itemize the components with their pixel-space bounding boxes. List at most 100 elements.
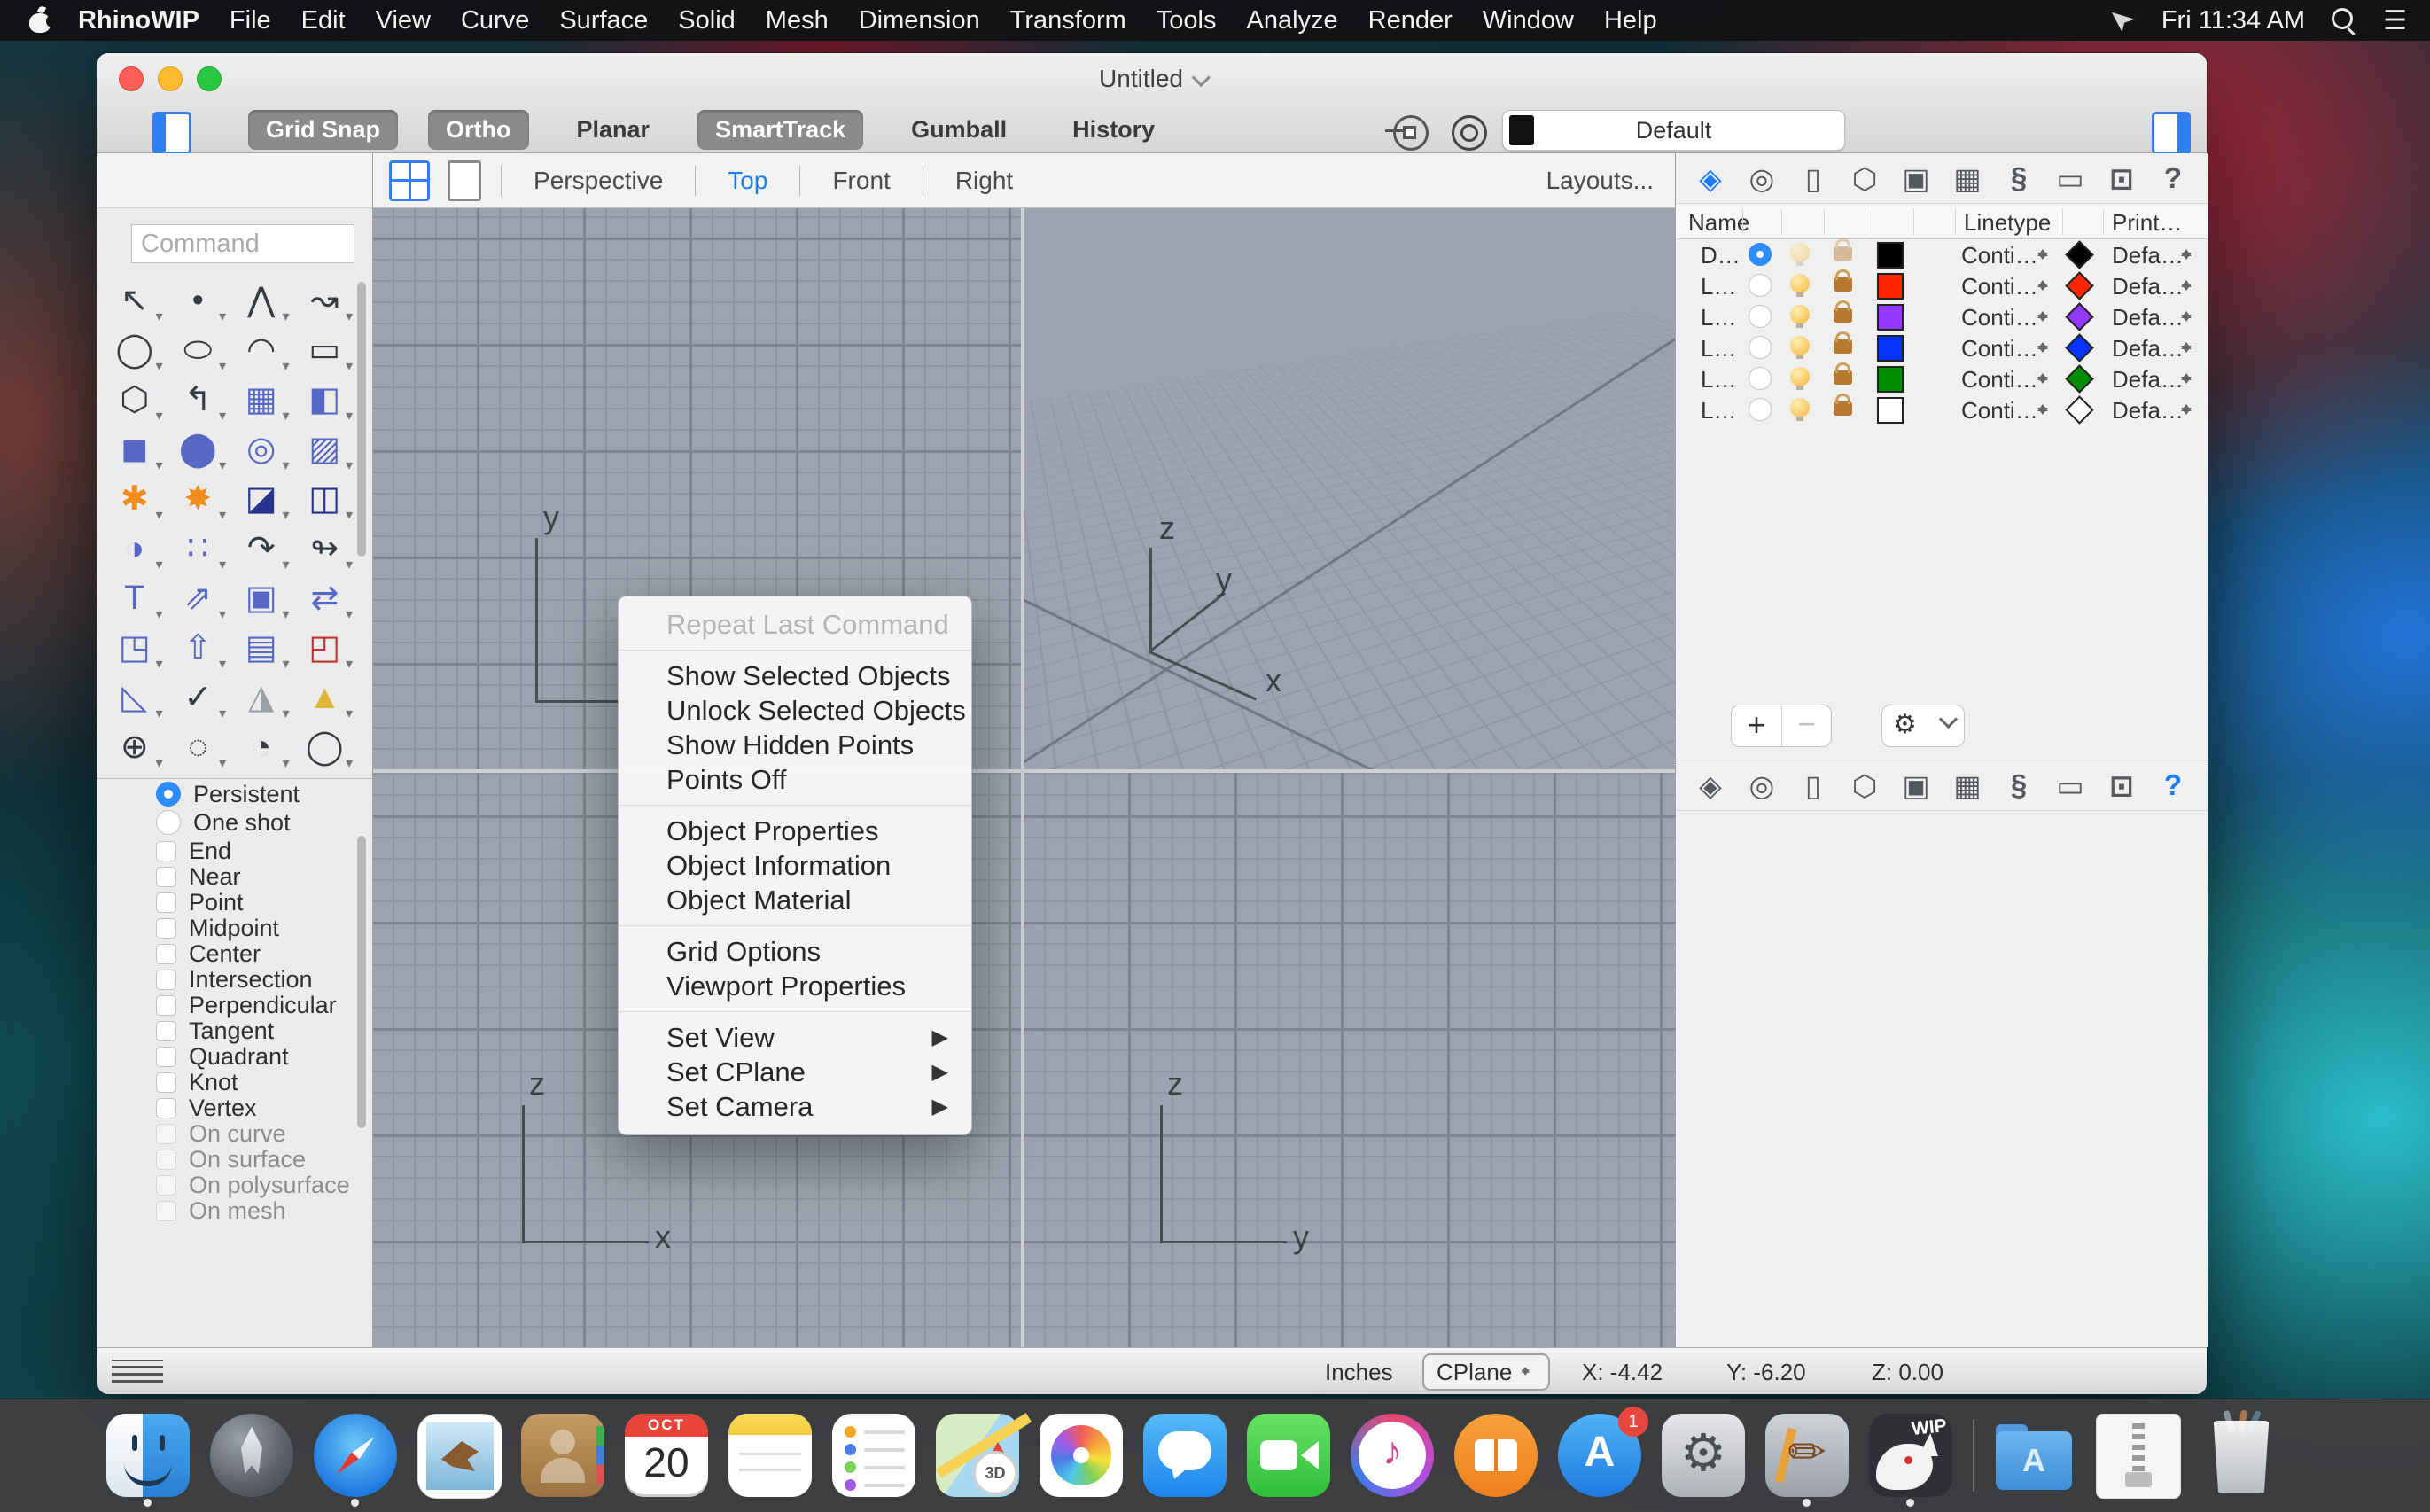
snap-mode-one-shot[interactable]: One shot — [156, 809, 291, 836]
tool-plane[interactable]: ▨ — [293, 425, 357, 474]
linetype-stepper[interactable] — [2037, 368, 2050, 389]
linetype-stepper[interactable] — [2037, 244, 2050, 265]
layer-name[interactable]: L… — [1701, 304, 1736, 331]
right-sidebar-toggle[interactable] — [2152, 112, 2191, 154]
menu-item[interactable]: Analyze — [1246, 6, 1337, 35]
menu-item-set-view[interactable]: Set View ▶ — [619, 1020, 971, 1055]
current-layer-radio[interactable] — [1749, 336, 1772, 359]
layer-visibility-bulb-icon[interactable] — [1790, 274, 1810, 297]
remove-layer-button[interactable]: − — [1782, 705, 1831, 746]
viewport-tab-3[interactable]: Right — [922, 165, 1045, 196]
dock-rhinowip[interactable]: WIP — [1869, 1414, 1952, 1497]
menu-item-grid-options[interactable]: Grid Options — [619, 934, 971, 969]
menu-item[interactable]: Transform — [1010, 6, 1126, 35]
layer-lock-icon[interactable] — [1834, 394, 1852, 416]
linetype-stepper[interactable] — [2037, 337, 2050, 358]
notes-icon[interactable]: ▯ — [1797, 768, 1829, 803]
viewport-tab-1[interactable]: Top — [695, 165, 799, 196]
menu-item-set-cplane[interactable]: Set CPlane ▶ — [619, 1055, 971, 1089]
menu-bar-clock[interactable]: Fri 11:34 AM — [2161, 6, 2305, 35]
current-layer-radio[interactable] — [1749, 398, 1772, 421]
dock-itunes[interactable]: ♪ — [1351, 1414, 1434, 1497]
menu-item-points-off[interactable]: Points Off — [619, 762, 971, 797]
viewport-tab-0[interactable]: Perspective — [501, 165, 695, 196]
tool-point[interactable]: • — [167, 276, 230, 325]
layer-linetype[interactable]: Conti… — [1961, 273, 2038, 300]
dock-messages[interactable] — [1143, 1414, 1227, 1497]
layer-name[interactable]: D… — [1701, 242, 1741, 269]
single-view-layout-icon[interactable] — [448, 160, 481, 201]
layer-visibility-bulb-icon[interactable] — [1790, 305, 1810, 328]
tool-array[interactable]: ▤ — [230, 623, 293, 673]
tool-ellipse[interactable]: ⬭ — [167, 325, 230, 375]
layer-lock-icon[interactable] — [1834, 269, 1852, 292]
tool-shade[interactable]: ◔ — [230, 722, 293, 772]
status-menu-icon[interactable] — [112, 1360, 163, 1383]
viewport-perspective[interactable]: z y x — [1024, 208, 1675, 769]
menu-item[interactable]: Dimension — [859, 6, 980, 35]
layer-row-5[interactable]: L… Conti… Defa… — [1676, 394, 2208, 425]
tool-hide[interactable]: ◌ — [167, 722, 230, 772]
tool-arc[interactable]: ◠ — [230, 325, 293, 375]
tool-color[interactable]: ◑ — [103, 524, 167, 573]
layer-color-swatch[interactable] — [1877, 397, 1904, 424]
toolbar-button-4[interactable]: Gumball — [893, 110, 1024, 150]
current-layer-radio[interactable] — [1749, 367, 1772, 390]
toolbar-button-1[interactable]: Ortho — [428, 109, 529, 150]
osnap-10[interactable]: Vertex — [156, 1095, 360, 1121]
layer-name[interactable]: L… — [1701, 397, 1736, 425]
layer-linetype[interactable]: Conti… — [1961, 242, 2038, 269]
layer-lock-icon[interactable] — [1834, 331, 1852, 354]
tool-pull[interactable]: ▲ — [293, 673, 357, 722]
linetype-stepper[interactable] — [2037, 306, 2050, 327]
menu-item-object-material[interactable]: Object Material — [619, 883, 971, 917]
dock-safari[interactable] — [314, 1414, 397, 1497]
layer-print-width[interactable]: Defa… — [2112, 242, 2184, 269]
linetype-stepper[interactable] — [2037, 275, 2050, 296]
tool-check[interactable]: ✓ — [167, 673, 230, 722]
osnap-9[interactable]: Knot — [156, 1069, 360, 1095]
osnap-3[interactable]: Midpoint — [156, 915, 360, 941]
tool-box[interactable]: ◼ — [103, 425, 167, 474]
dock-finder[interactable] — [106, 1414, 190, 1497]
dock-contacts[interactable] — [521, 1414, 604, 1497]
frame-icon[interactable]: ▭ — [2054, 161, 2086, 196]
osnap-2[interactable]: Point — [156, 889, 360, 916]
point-filter-icon[interactable] — [1385, 115, 1429, 151]
display-mode-dropdown[interactable]: Default — [1502, 110, 1845, 151]
menu-item[interactable]: File — [230, 6, 271, 35]
tool-split[interactable]: ◫ — [293, 474, 357, 524]
menu-item[interactable]: Edit — [301, 6, 346, 35]
menu-item-object-information[interactable]: Object Information — [619, 848, 971, 883]
osnap-4[interactable]: Center — [156, 940, 360, 967]
layer-material-diamond[interactable] — [2065, 364, 2094, 394]
left-sidebar-toggle[interactable] — [152, 112, 191, 154]
menu-item[interactable]: Solid — [678, 6, 736, 35]
menu-item-viewport-properties[interactable]: Viewport Properties — [619, 969, 971, 1003]
tool-explode[interactable]: ✸ — [167, 474, 230, 524]
layer-row-2[interactable]: L… Conti… Defa… — [1676, 300, 2208, 331]
layers-icon[interactable]: ◈ — [1694, 768, 1726, 803]
dock-calendar[interactable]: OCT 20 — [625, 1414, 708, 1497]
tool-curve[interactable]: ↝ — [293, 276, 357, 325]
osnap-7[interactable]: Tangent — [156, 1017, 360, 1044]
menu-item[interactable]: Help — [1604, 6, 1657, 35]
layer-lock-icon[interactable] — [1834, 238, 1852, 261]
menu-item-object-properties[interactable]: Object Properties — [619, 814, 971, 848]
dock-reminders[interactable] — [832, 1414, 915, 1497]
tool-polygon[interactable]: ⬡ — [103, 375, 167, 425]
print-stepper[interactable] — [2181, 337, 2193, 358]
layer-row-0[interactable]: D… Conti… Defa… — [1676, 238, 2208, 269]
layer-material-diamond[interactable] — [2065, 271, 2094, 300]
layer-visibility-bulb-icon[interactable] — [1790, 336, 1810, 359]
help-icon[interactable]: ? — [2157, 768, 2189, 802]
help-icon[interactable]: ? — [2157, 161, 2189, 195]
menu-item[interactable]: Curve — [461, 6, 529, 35]
tool-circle-tools[interactable]: ◯ — [293, 722, 357, 772]
tool-boolean[interactable]: ◳ — [103, 623, 167, 673]
dock-applications-folder[interactable]: A — [1992, 1414, 2076, 1497]
tool-mirror[interactable]: ⇄ — [293, 573, 357, 623]
materials-icon[interactable]: ◎ — [1746, 161, 1778, 196]
print-stepper[interactable] — [2181, 275, 2193, 296]
menu-item[interactable]: Window — [1483, 6, 1574, 35]
